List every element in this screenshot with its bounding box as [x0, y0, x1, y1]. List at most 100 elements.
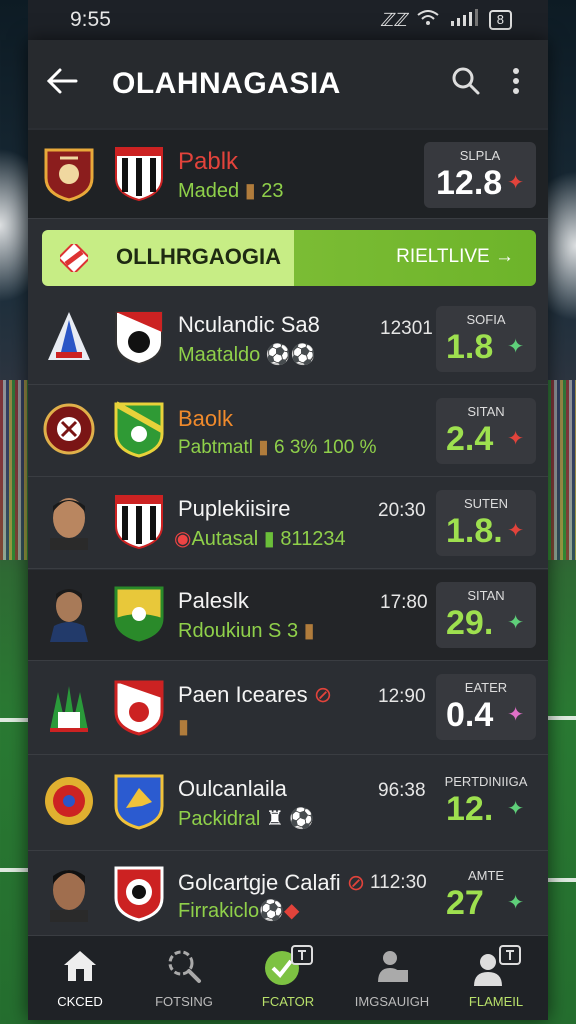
- match-time: 12:90: [378, 686, 426, 707]
- odds-value: 27: [446, 884, 484, 922]
- home-icon: [28, 946, 132, 986]
- odds-value: 12.: [446, 790, 494, 828]
- club-badge-icon: ◉: [174, 528, 192, 550]
- match-row[interactable]: Baolk Pabtmatl ▮ 6 3% 100 % SITAN 2.4 ✦: [28, 386, 548, 477]
- match-teams: Golcartgje Calafi ⊘: [178, 870, 365, 896]
- no-entry-icon: ⊘: [346, 870, 366, 895]
- match-teams: Paleslk: [178, 588, 249, 613]
- banner-live-link[interactable]: RIELTLIVE →: [396, 246, 514, 268]
- signal-icon: [449, 8, 479, 32]
- match-subtitle-text: Autasal: [191, 528, 259, 550]
- match-teams-text: Golcartgje Calafi: [178, 870, 341, 895]
- match-teams: Nculandic Sa8: [178, 312, 320, 337]
- match-subtitle: Maataldo ⚽⚽: [178, 342, 316, 367]
- match-teams: Baolk: [178, 406, 234, 431]
- odds-value: 29.: [446, 604, 494, 642]
- odds-button[interactable]: SITAN 2.4 ✦: [436, 398, 536, 464]
- odds-value: 1.8: [446, 328, 494, 366]
- nav-label: FOTSING: [155, 994, 213, 1009]
- odds-button[interactable]: SLPLA 12.8 ✦: [424, 142, 536, 208]
- team-crest-icon: [42, 400, 96, 458]
- people-icon: [340, 946, 444, 986]
- team-crest-icon: [42, 772, 96, 830]
- check-circle-icon: [236, 945, 340, 986]
- match-row[interactable]: Paleslk Rdoukiun S 3 ▮ 17:80 SITAN 29. ✦: [28, 570, 548, 661]
- barrel-icon: ▮: [258, 437, 269, 458]
- ball-icon: ⚽: [290, 344, 316, 366]
- search-icon[interactable]: [448, 66, 484, 103]
- nav-label: FLAMEIL: [468, 994, 524, 1009]
- team-crest-icon: [42, 144, 96, 202]
- trend-up-icon: ✦: [507, 798, 524, 820]
- match-row[interactable]: Paen Iceares ⊘ ▮ 12:90 EATER 0.4 ✦: [28, 662, 548, 755]
- match-subtitle-text: Packidral: [178, 808, 261, 830]
- trend-down-icon: ✦: [507, 520, 524, 542]
- tag-icon: ◆: [284, 900, 300, 922]
- trend-up-icon: ✦: [507, 336, 524, 358]
- nav-label: CKCED: [57, 994, 103, 1009]
- match-detail: Maded ▮ 23: [178, 178, 284, 203]
- match-row[interactable]: Nculandic Sa8 Maataldo ⚽⚽ 12301 SOFIA 1.…: [28, 292, 548, 385]
- trend-down-icon: ✦: [507, 172, 524, 194]
- nav-fcator[interactable]: FCATOR: [236, 936, 340, 1020]
- featured-match[interactable]: Pablk Maded ▮ 23 SLPLA 12.8 ✦: [28, 130, 548, 219]
- match-time: 112:30: [370, 872, 427, 893]
- odds-button[interactable]: SOFIA 1.8 ✦: [436, 306, 536, 372]
- odds-label: PERTDINIIGA: [444, 774, 528, 789]
- odds-value: 2.4: [446, 420, 494, 458]
- team-crest-icon: [112, 864, 166, 922]
- match-teams: Oulcanlaila: [178, 776, 287, 801]
- ball-icon: ⚽: [265, 344, 291, 366]
- pitch-line: [0, 718, 28, 722]
- odds-button[interactable]: PERTDINIIGA 12. ✦: [436, 768, 536, 834]
- trend-up-icon: ✦: [507, 704, 524, 726]
- back-arrow-icon[interactable]: [46, 65, 86, 104]
- odds-value: 0.4: [446, 696, 494, 734]
- match-time: 12301: [380, 318, 433, 339]
- match-detail-number: 23: [261, 180, 284, 202]
- odds-button[interactable]: EATER 0.4 ✦: [436, 674, 536, 740]
- barrel-icon: ▮: [244, 180, 256, 202]
- match-subtitle: ◉Autasal ▮ 811234: [174, 526, 346, 551]
- odds-label: SOFIA: [466, 312, 506, 327]
- nav-fotsing[interactable]: FOTSING: [132, 936, 236, 1020]
- app-bar: OLAHNAGASIA: [28, 40, 548, 128]
- wifi-icon: [417, 9, 439, 31]
- more-vert-icon[interactable]: [498, 67, 534, 102]
- team-crest-icon: [112, 400, 166, 458]
- nav-home[interactable]: CKCED: [28, 936, 132, 1020]
- nav-imgsauigh[interactable]: IMGSAUIGH: [340, 936, 444, 1020]
- match-time: 96:38: [378, 780, 426, 801]
- player-avatar: [42, 584, 96, 642]
- live-banner[interactable]: OLLHRGAOGIA RIELTLIVE →: [42, 230, 536, 286]
- odds-button[interactable]: AMTE 27 ✦: [436, 862, 536, 928]
- odds-label: SITAN: [467, 404, 505, 419]
- team-crest-icon: [112, 144, 166, 202]
- trend-down-icon: ✦: [507, 428, 524, 450]
- nav-flameil[interactable]: FLAMEIL: [444, 936, 548, 1020]
- page-title: OLAHNAGASIA: [112, 67, 341, 100]
- trend-up-icon: ✦: [507, 612, 524, 634]
- banner-title: OLLHRGAOGIA: [116, 244, 281, 269]
- bottom-nav: CKCED FOTSING FCATOR IMGSAUIGH FLAMEIL: [28, 935, 548, 1020]
- match-subtitle: ▮: [178, 714, 189, 739]
- team-crest-icon: [42, 678, 96, 736]
- match-detail-text: Maded: [178, 180, 240, 202]
- match-row[interactable]: Oulcanlaila Packidral ♜ ⚽ 96:38 PERTDINI…: [28, 756, 548, 851]
- ball-icon: ⚽: [259, 900, 285, 922]
- match-subtitle-text: Maataldo: [178, 344, 261, 366]
- odds-button[interactable]: SUTEN 1.8. ✦: [436, 490, 536, 556]
- odds-label: SITAN: [467, 588, 505, 603]
- match-row[interactable]: Puplekiisire ◉Autasal ▮ 811234 20:30 SUT…: [28, 478, 548, 569]
- match-row[interactable]: Golcartgje Calafi ⊘ Firrakiclo⚽◆ 112:30 …: [28, 852, 548, 938]
- nfc-icon: ℤℤ: [379, 9, 407, 30]
- odds-button[interactable]: SITAN 29. ✦: [436, 582, 536, 648]
- match-subtitle-text: Rdoukiun S 3: [178, 620, 299, 642]
- player-avatar: [42, 492, 96, 550]
- odds-value: 1.8.: [446, 512, 503, 550]
- team-crest-icon: [112, 772, 166, 830]
- odds-label: SLPLA: [459, 148, 501, 163]
- nav-label: FCATOR: [261, 994, 315, 1009]
- flag-icon: [57, 241, 91, 275]
- match-subtitle: Firrakiclo⚽◆: [178, 898, 299, 923]
